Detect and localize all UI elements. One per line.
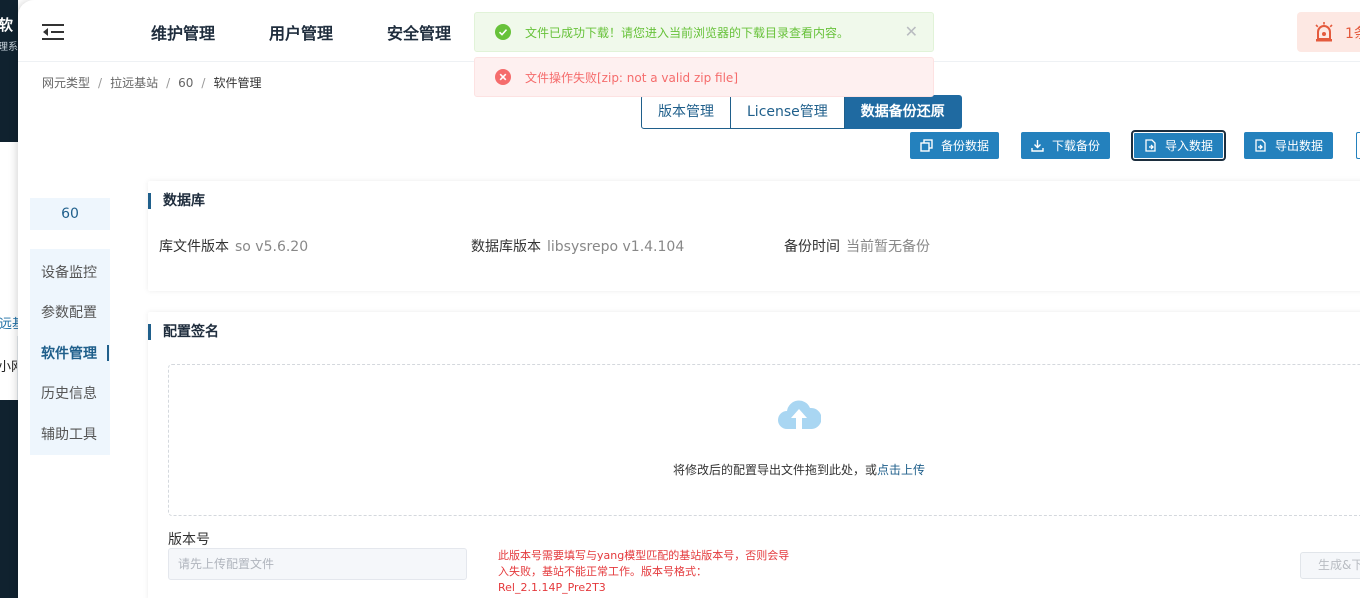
software-tabs: 版本管理 License管理 数据备份还原 (641, 95, 962, 129)
click-upload-link[interactable]: 点击上传 (877, 463, 925, 477)
cloud-upload-icon (778, 400, 821, 429)
success-toast: 文件已成功下载！请您进入当前浏览器的下载目录查看内容。 ✕ (474, 12, 934, 52)
breadcrumb-separator: / (98, 76, 103, 90)
alarm-indicator[interactable]: 1条 (1297, 12, 1360, 52)
dropzone-text: 将修改后的配置导出文件拖到此处，或点击上传 (673, 461, 925, 478)
backup-time-value: 当前暂无备份 (846, 239, 930, 255)
sidebar-item-parameter-config[interactable]: 参数配置 (41, 302, 97, 322)
sidebar-item-tools[interactable]: 辅助工具 (41, 424, 97, 444)
breadcrumb-separator: / (201, 76, 206, 90)
import-data-button[interactable]: 导入数据 (1130, 130, 1227, 161)
copy-icon (920, 139, 933, 152)
breadcrumb-item[interactable]: 拉远基站 (110, 74, 158, 91)
download-icon (1031, 140, 1044, 152)
backup-time-label: 备份时间 (784, 239, 840, 255)
close-icon[interactable]: ✕ (905, 24, 918, 40)
more-action-button[interactable] (1356, 132, 1360, 159)
import-data-label: 导入数据 (1165, 139, 1214, 153)
generate-download-button[interactable]: 生成&下 (1300, 552, 1360, 579)
menu-collapse-icon[interactable] (42, 22, 66, 42)
sidebar-item-device-monitor[interactable]: 设备监控 (41, 262, 97, 282)
background-app-footer (0, 400, 18, 598)
download-backup-label: 下载备份 (1052, 139, 1101, 153)
breadcrumb-current: 软件管理 (213, 76, 262, 90)
database-title: 数据库 (148, 193, 205, 209)
breadcrumb-item[interactable]: 60 (178, 76, 193, 90)
sidebar-item-software-management[interactable]: 软件管理 (41, 343, 109, 363)
error-toast: 文件操作失败[zip: not a valid zip file] (474, 57, 934, 97)
version-label: 版本号 (168, 532, 210, 548)
db-version-row: 数据库版本 libsysrepo v1.4.104 (471, 236, 684, 256)
nav-maintenance[interactable]: 维护管理 (151, 20, 215, 44)
background-app-header: 软 理系 (0, 0, 18, 142)
nav-users[interactable]: 用户管理 (269, 20, 333, 44)
background-app-item[interactable]: 小网 (0, 336, 18, 400)
config-signature-title: 配置签名 (148, 324, 219, 340)
alarm-count: 1条 (1345, 26, 1360, 42)
error-x-icon (495, 69, 511, 85)
background-app-title: 软 (0, 16, 14, 34)
success-check-icon (495, 24, 511, 40)
db-version-label: 数据库版本 (471, 239, 541, 255)
alarm-siren-icon (1313, 21, 1335, 43)
tab-license-management[interactable]: License管理 (731, 95, 845, 129)
backup-data-label: 备份数据 (941, 139, 990, 153)
backup-time-row: 备份时间 当前暂无备份 (784, 236, 930, 256)
upload-dropzone[interactable]: 将修改后的配置导出文件拖到此处，或点击上传 (168, 364, 1360, 516)
db-version-value: libsysrepo v1.4.104 (547, 239, 685, 255)
breadcrumb: 网元类型 / 拉远基站 / 60 / 软件管理 (42, 74, 261, 91)
sidebar-node-name: 60 (30, 198, 110, 230)
background-app-blank (0, 142, 18, 306)
background-app-item-label: 小网 (0, 356, 17, 375)
lib-version-value: so v5.6.20 (235, 239, 309, 255)
tab-version-management[interactable]: 版本管理 (641, 95, 731, 129)
lib-version-row: 库文件版本 so v5.6.20 (159, 236, 308, 256)
backup-data-button[interactable]: 备份数据 (910, 132, 1000, 159)
tab-data-backup-restore[interactable]: 数据备份还原 (844, 95, 962, 129)
file-import-icon (1145, 139, 1156, 152)
dropzone-instruction: 将修改后的配置导出文件拖到此处，或 (673, 463, 878, 477)
version-input[interactable] (168, 548, 467, 580)
breadcrumb-separator: / (166, 76, 171, 90)
database-card: 数据库 库文件版本 so v5.6.20 数据库版本 libsysrepo v1.4… (148, 181, 1360, 291)
background-app-subtitle: 理系 (0, 42, 18, 53)
nav-security[interactable]: 安全管理 (387, 20, 451, 44)
sidebar-menu: 设备监控 参数配置 软件管理 历史信息 辅助工具 (30, 249, 110, 455)
breadcrumb-item[interactable]: 网元类型 (42, 74, 90, 91)
export-data-label: 导出数据 (1275, 139, 1324, 153)
error-toast-message: 文件操作失败[zip: not a valid zip file] (525, 70, 739, 85)
lib-version-label: 库文件版本 (159, 239, 229, 255)
download-backup-button[interactable]: 下载备份 (1021, 132, 1111, 159)
file-export-icon (1255, 139, 1266, 152)
sidebar-item-history[interactable]: 历史信息 (41, 383, 97, 403)
export-data-button[interactable]: 导出数据 (1244, 132, 1334, 159)
version-hint: 此版本号需要填写与yang模型匹配的基站版本号，否则会导入失败，基站不能正常工作… (498, 549, 790, 594)
success-toast-message: 文件已成功下载！请您进入当前浏览器的下载目录查看内容。 (525, 25, 850, 40)
